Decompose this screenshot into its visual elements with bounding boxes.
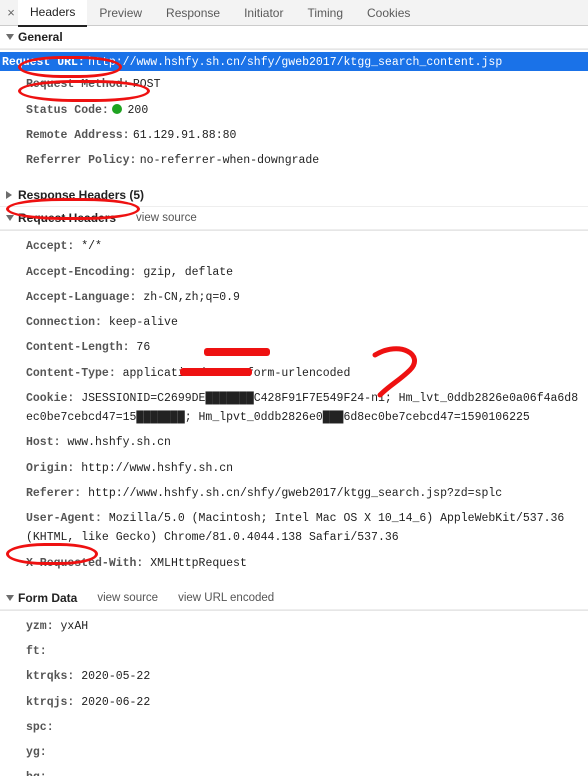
section-title: Form Data xyxy=(18,591,77,605)
row-key: Referer: xyxy=(26,487,88,500)
table-row: User-Agent: Mozilla/5.0 (Macintosh; Inte… xyxy=(0,505,588,550)
row-key: Accept-Encoding: xyxy=(26,266,143,279)
row-key: ktrqjs: xyxy=(26,696,81,709)
table-row: Origin: http://www.hshfy.sh.cn xyxy=(0,455,588,480)
table-row: Host: www.hshfy.sh.cn xyxy=(0,429,588,454)
row-val: zh-CN,zh;q=0.9 xyxy=(143,291,240,304)
row-val: POST xyxy=(133,78,161,91)
tab-cookies[interactable]: Cookies xyxy=(355,0,422,26)
row-key: ktrqks: xyxy=(26,670,81,683)
row-key: Cookie: xyxy=(26,392,81,405)
row-key: Remote Address: xyxy=(26,129,130,142)
view-source-link[interactable]: view source xyxy=(136,212,197,224)
section-general-body: Request URL: http://www.hshfy.sh.cn/shfy… xyxy=(0,49,588,184)
row-key: Content-Type: xyxy=(26,367,123,380)
row-key: yg: xyxy=(26,746,47,759)
row-request-url: Request URL: http://www.hshfy.sh.cn/shfy… xyxy=(0,52,588,71)
row-val: http://www.hshfy.sh.cn/shfy/gweb2017/ktg… xyxy=(88,56,502,69)
caret-down-icon xyxy=(6,215,14,221)
caret-down-icon xyxy=(6,595,14,601)
section-request-headers-header[interactable]: Request Headers view source xyxy=(0,207,588,230)
caret-right-icon xyxy=(6,191,12,199)
row-key: X-Requested-With: xyxy=(26,557,150,570)
caret-down-icon xyxy=(6,34,14,40)
view-source-link[interactable]: view source xyxy=(97,592,158,604)
row-key: Origin: xyxy=(26,462,81,475)
row-referrer-policy: Referrer Policy: no-referrer-when-downgr… xyxy=(0,147,588,172)
row-val: yxAH xyxy=(61,620,89,633)
row-val: http://www.hshfy.sh.cn xyxy=(81,462,233,475)
row-val: 2020-06-22 xyxy=(81,696,150,709)
row-val: */* xyxy=(81,240,102,253)
table-row: X-Requested-With: XMLHttpRequest xyxy=(0,550,588,575)
table-row: Accept: */* xyxy=(0,233,588,258)
row-key: spc: xyxy=(26,721,54,734)
row-val: 200 xyxy=(128,104,149,117)
tab-preview[interactable]: Preview xyxy=(87,0,154,26)
tab-response[interactable]: Response xyxy=(154,0,232,26)
close-icon[interactable]: × xyxy=(4,5,18,20)
section-general-header[interactable]: General xyxy=(0,26,588,49)
row-key: ft: xyxy=(26,645,47,658)
row-key: Request URL: xyxy=(2,56,85,69)
section-form-data-header[interactable]: Form Data view source view URL encoded xyxy=(0,587,588,610)
section-form-data-body: yzm: yxAHft: ktrqks: 2020-05-22ktrqjs: 2… xyxy=(0,610,588,776)
tab-timing[interactable]: Timing xyxy=(295,0,355,26)
table-row: Content-Length: 76 xyxy=(0,334,588,359)
section-title: Request Headers xyxy=(18,211,116,225)
row-val: no-referrer-when-downgrade xyxy=(140,154,319,167)
tab-headers[interactable]: Headers xyxy=(18,0,87,27)
section-request-headers-body: Accept: */*Accept-Encoding: gzip, deflat… xyxy=(0,230,588,587)
table-row: ktrqks: 2020-05-22 xyxy=(0,663,588,688)
table-row: Accept-Language: zh-CN,zh;q=0.9 xyxy=(0,284,588,309)
row-key: Connection: xyxy=(26,316,109,329)
table-row: ft: xyxy=(0,638,588,663)
row-val: 61.129.91.88:80 xyxy=(133,129,237,142)
row-key: Status Code: xyxy=(26,104,109,117)
row-val: 2020-05-22 xyxy=(81,670,150,683)
table-row: ktrqjs: 2020-06-22 xyxy=(0,689,588,714)
row-key: Request Method: xyxy=(26,78,130,91)
table-row: Cookie: JSESSIONID=C2699DE███████C428F91… xyxy=(0,385,588,430)
row-key: User-Agent: xyxy=(26,512,109,525)
row-val: JSESSIONID=C2699DE███████C428F91F7E549F2… xyxy=(26,392,578,424)
row-val: gzip, deflate xyxy=(143,266,233,279)
row-val: application/x-www-form-urlencoded xyxy=(123,367,351,380)
section-title: Response Headers (5) xyxy=(18,188,144,202)
row-key: Referrer Policy: xyxy=(26,154,136,167)
row-key: bg: xyxy=(26,771,47,776)
row-status-code: Status Code: 200 xyxy=(0,97,588,122)
table-row: Accept-Encoding: gzip, deflate xyxy=(0,259,588,284)
table-row: Connection: keep-alive xyxy=(0,309,588,334)
view-url-encoded-link[interactable]: view URL encoded xyxy=(178,592,274,604)
table-row: yg: xyxy=(0,739,588,764)
table-row: bg: xyxy=(0,764,588,776)
row-key: yzm: xyxy=(26,620,61,633)
row-key: Content-Length: xyxy=(26,341,136,354)
row-key: Accept-Language: xyxy=(26,291,143,304)
table-row: Referer: http://www.hshfy.sh.cn/shfy/gwe… xyxy=(0,480,588,505)
row-val: 76 xyxy=(136,341,150,354)
row-val: www.hshfy.sh.cn xyxy=(67,436,171,449)
tab-initiator[interactable]: Initiator xyxy=(232,0,295,26)
section-response-headers-header[interactable]: Response Headers (5) xyxy=(0,184,588,207)
row-key: Accept: xyxy=(26,240,81,253)
table-row: Content-Type: application/x-www-form-url… xyxy=(0,360,588,385)
row-remote-address: Remote Address: 61.129.91.88:80 xyxy=(0,122,588,147)
row-key: Host: xyxy=(26,436,67,449)
row-request-method: Request Method: POST xyxy=(0,71,588,96)
row-val: XMLHttpRequest xyxy=(150,557,247,570)
status-dot-icon xyxy=(112,104,122,114)
section-title: General xyxy=(18,30,63,44)
table-row: spc: xyxy=(0,714,588,739)
row-val: http://www.hshfy.sh.cn/shfy/gweb2017/ktg… xyxy=(88,487,502,500)
row-val: keep-alive xyxy=(109,316,178,329)
table-row: yzm: yxAH xyxy=(0,613,588,638)
